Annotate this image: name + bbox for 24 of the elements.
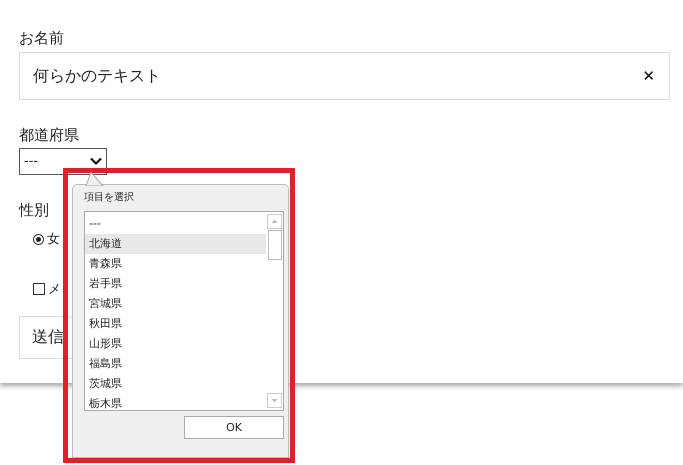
radio-label: 女 [47,231,60,248]
list-option[interactable]: 岩手県 [85,274,266,294]
list-option[interactable]: --- [85,214,266,234]
list-option[interactable]: 青森県 [85,254,266,274]
options-listbox[interactable]: --- 北海道 青森県 岩手県 宮城県 秋田県 山形県 福島県 茨城県 栃木県 [84,211,284,411]
field-label: お名前 [19,28,64,48]
checkbox[interactable] [33,283,45,295]
scrollbar-thumb[interactable] [268,230,282,260]
list-option[interactable]: 栃木県 [85,394,266,414]
list-option[interactable]: 北海道 [85,234,266,254]
radio-button[interactable] [33,234,44,244]
field-label: 性別 [19,200,49,220]
field-label: 都道府県 [19,125,79,145]
clear-button[interactable]: ✕ [640,67,657,85]
list-option[interactable]: 茨城県 [85,374,266,394]
list-option[interactable]: 宮城県 [85,294,266,314]
chevron-down-icon [90,157,102,166]
scroll-up-icon[interactable] [267,214,282,229]
prefecture-dropdown[interactable]: --- [19,148,107,175]
picker-title: 項目を選択 [84,191,135,205]
scroll-down-icon[interactable] [267,393,282,408]
name-input-field[interactable]: 何らかのテキスト ✕ [19,52,670,100]
checkbox-label: メ [48,281,61,298]
ok-button[interactable]: OK [184,416,284,439]
